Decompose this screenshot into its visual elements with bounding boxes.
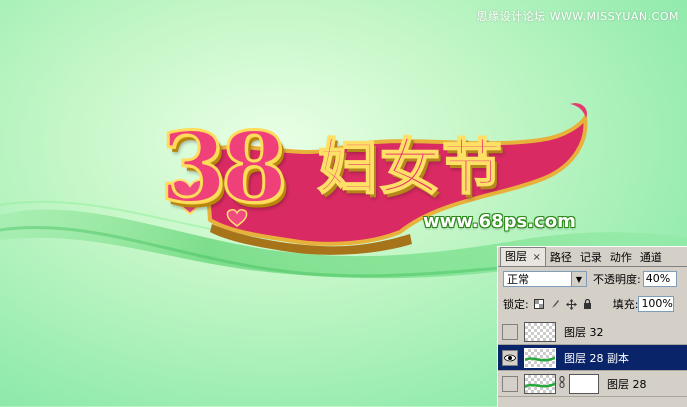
layer-name: 图层 28 <box>607 377 647 391</box>
layer-thumbnail <box>524 321 556 342</box>
visibility-toggle[interactable] <box>502 349 518 366</box>
lock-icons <box>534 298 593 310</box>
tab-layers-label: 图层 <box>505 250 527 263</box>
layer-row-28-copy[interactable]: 图层 28 副本 <box>498 345 687 371</box>
layer-name: 图层 28 副本 <box>564 351 629 365</box>
lock-move-icon[interactable] <box>565 298 577 310</box>
layer-name: 图层 32 <box>564 325 604 339</box>
layer-row-32[interactable]: 图层 32 <box>498 319 687 345</box>
layers-panel: 图层 × 路径 记录 动作 通道 正常 ▼ 不透明度: 40% 锁定: 填充: … <box>497 246 687 407</box>
tab-history[interactable]: 记录 <box>576 249 606 266</box>
fill-label: 填充: <box>612 298 639 311</box>
lock-all-icon[interactable] <box>582 299 593 310</box>
chevron-down-icon[interactable]: ▼ <box>571 272 586 286</box>
number-38-title: 38 <box>159 111 290 224</box>
layer-row-28[interactable]: 图层 28 <box>498 371 687 397</box>
blend-mode-select[interactable]: 正常 ▼ <box>503 271 587 287</box>
opacity-input[interactable]: 40% <box>642 271 677 287</box>
opacity-label: 不透明度: <box>593 273 641 286</box>
blend-mode-value: 正常 <box>507 273 529 286</box>
lock-transparency-icon[interactable] <box>534 299 545 310</box>
panel-tabs: 图层 × 路径 记录 动作 通道 <box>498 247 687 267</box>
layer-list: 图层 32 图层 28 副本 图层 28 <box>498 319 687 397</box>
blend-row: 正常 ▼ 不透明度: 40% <box>498 267 687 291</box>
visibility-toggle[interactable] <box>502 375 518 392</box>
lock-label: 锁定: <box>503 298 529 311</box>
watermark: 思缘设计论坛 WWW.MISSYUAN.COM <box>476 10 679 23</box>
lock-row: 锁定: 填充: 100% <box>498 291 687 317</box>
eye-icon <box>504 354 516 361</box>
layer-thumbnail <box>524 373 556 394</box>
chain-link-icon[interactable] <box>559 376 567 391</box>
tab-channels[interactable]: 通道 <box>636 249 666 266</box>
layer-mask-thumbnail[interactable] <box>569 373 599 394</box>
lock-brush-icon[interactable] <box>550 299 561 310</box>
close-icon[interactable]: × <box>533 252 541 263</box>
tab-paths[interactable]: 路径 <box>546 249 576 266</box>
fill-input[interactable]: 100% <box>638 296 675 312</box>
tab-layers[interactable]: 图层 × <box>500 247 546 266</box>
fill-group: 填充: 100% <box>613 296 675 312</box>
layer-thumbnail <box>524 347 556 368</box>
site-url-text: www.68ps.com <box>423 211 576 232</box>
tab-actions[interactable]: 动作 <box>606 249 636 266</box>
visibility-toggle[interactable] <box>502 323 518 340</box>
holiday-title: 妇女节 <box>317 132 504 204</box>
